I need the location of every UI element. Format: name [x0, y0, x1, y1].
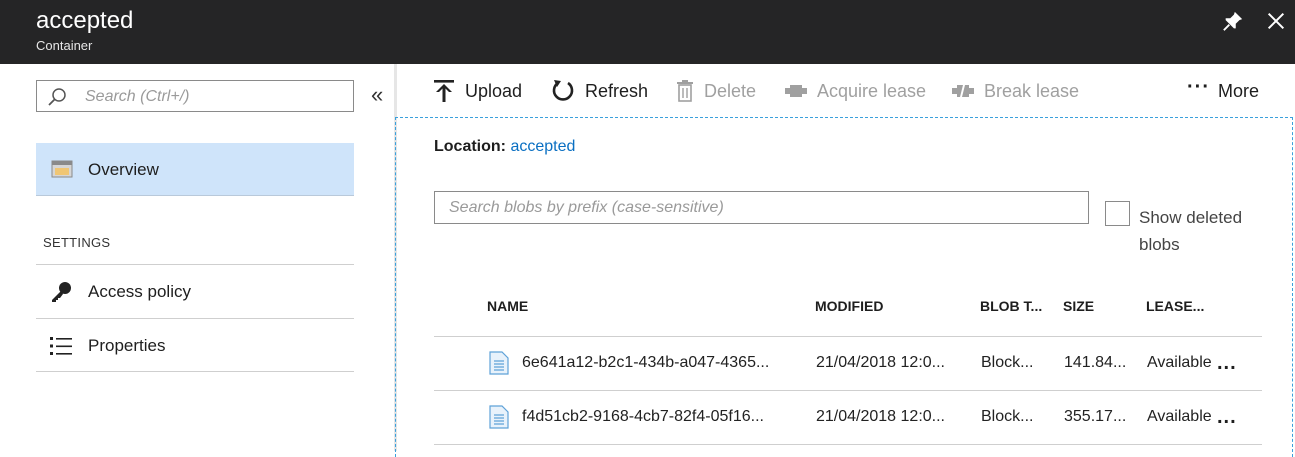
blob-name[interactable]: 6e641a12-b2c1-434b-a047-4365...: [522, 354, 769, 372]
more-label: More: [1217, 80, 1259, 101]
command-bar: Upload Refresh Delete Acquire lease Brea…: [397, 64, 1295, 117]
table-row[interactable]: 6e641a12-b2c1-434b-a047-4365... 21/04/20…: [434, 337, 1262, 391]
sidebar-item-properties[interactable]: Properties: [36, 318, 354, 372]
acquire-lease-icon: [785, 85, 807, 97]
acquire-lease-button[interactable]: Acquire lease: [785, 78, 926, 104]
sidebar-item-label: Properties: [88, 336, 166, 355]
column-header-modified[interactable]: MODIFIED: [815, 298, 883, 314]
blob-search-placeholder: Search blobs by prefix (case-sensitive): [449, 199, 724, 216]
blob-lease: Available: [1147, 408, 1212, 425]
location-label: Location:: [434, 138, 506, 155]
blob-type: Block...: [981, 408, 1034, 425]
menu-search-placeholder: Search (Ctrl+/): [85, 88, 190, 105]
delete-label: Delete: [704, 80, 757, 101]
refresh-button[interactable]: Refresh: [551, 78, 648, 104]
sidebar-item-access-policy[interactable]: Access policy: [36, 264, 354, 318]
trash-icon: [677, 80, 693, 102]
overview-icon: [51, 160, 73, 178]
blob-modified: 21/04/2018 12:0...: [816, 408, 945, 425]
more-button[interactable]: ··· More: [1187, 75, 1259, 104]
close-icon[interactable]: [1265, 10, 1287, 32]
row-more-icon[interactable]: ...: [1217, 352, 1237, 375]
menu-search-input[interactable]: Search (Ctrl+/): [36, 80, 354, 112]
location-row: Location: accepted: [434, 138, 575, 156]
column-header-lease[interactable]: LEASE...: [1146, 298, 1204, 314]
delete-button[interactable]: Delete: [676, 78, 756, 104]
show-deleted-checkbox[interactable]: [1105, 201, 1130, 226]
column-header-size[interactable]: SIZE: [1063, 298, 1094, 314]
blob-type: Block...: [981, 354, 1034, 371]
blob-size: 355.17...: [1064, 408, 1127, 425]
sidebar-item-overview[interactable]: Overview: [36, 143, 354, 196]
collapse-menu-button[interactable]: «: [371, 82, 383, 108]
break-lease-label: Break lease: [984, 80, 1080, 101]
list-icon: [50, 337, 72, 355]
upload-label: Upload: [465, 80, 523, 101]
settings-section-header: SETTINGS: [43, 235, 111, 250]
column-header-name[interactable]: NAME: [487, 298, 528, 314]
blob-lease: Available: [1147, 354, 1212, 371]
blob-size: 141.84...: [1064, 354, 1127, 371]
file-icon: [489, 351, 509, 375]
break-lease-button[interactable]: Break lease: [952, 78, 1079, 104]
pin-icon[interactable]: [1222, 10, 1244, 32]
file-icon: [489, 405, 509, 429]
refresh-label: Refresh: [585, 80, 649, 101]
table-row[interactable]: f4d51cb2-9168-4cb7-82f4-05f16... 21/04/2…: [434, 391, 1262, 445]
acquire-lease-label: Acquire lease: [817, 80, 927, 101]
column-header-blob-type[interactable]: BLOB T...: [980, 298, 1042, 314]
sidebar-item-label: Access policy: [88, 282, 191, 301]
blade-header: accepted Container: [0, 0, 1295, 64]
show-deleted-label: Show deleted blobs: [1139, 208, 1243, 254]
blade-title: accepted: [36, 7, 134, 34]
container-content: Location: accepted Search blobs by prefi…: [395, 117, 1293, 457]
refresh-icon: [552, 80, 574, 101]
key-icon: [52, 282, 71, 302]
search-icon: [48, 88, 66, 106]
upload-button[interactable]: Upload: [433, 78, 522, 104]
row-more-icon[interactable]: ...: [1217, 406, 1237, 429]
location-link[interactable]: accepted: [510, 138, 575, 155]
resource-menu: Search (Ctrl+/) « Overview SETTINGS Acce…: [0, 64, 394, 451]
upload-icon: [434, 80, 454, 102]
blade-subtitle: Container: [36, 38, 93, 53]
blob-modified: 21/04/2018 12:0...: [816, 354, 945, 371]
sidebar-item-label: Overview: [88, 160, 159, 179]
more-icon: ···: [1187, 75, 1210, 98]
break-lease-icon: [952, 85, 974, 97]
blob-name[interactable]: f4d51cb2-9168-4cb7-82f4-05f16...: [522, 408, 764, 426]
blob-search-input[interactable]: Search blobs by prefix (case-sensitive): [434, 191, 1089, 224]
